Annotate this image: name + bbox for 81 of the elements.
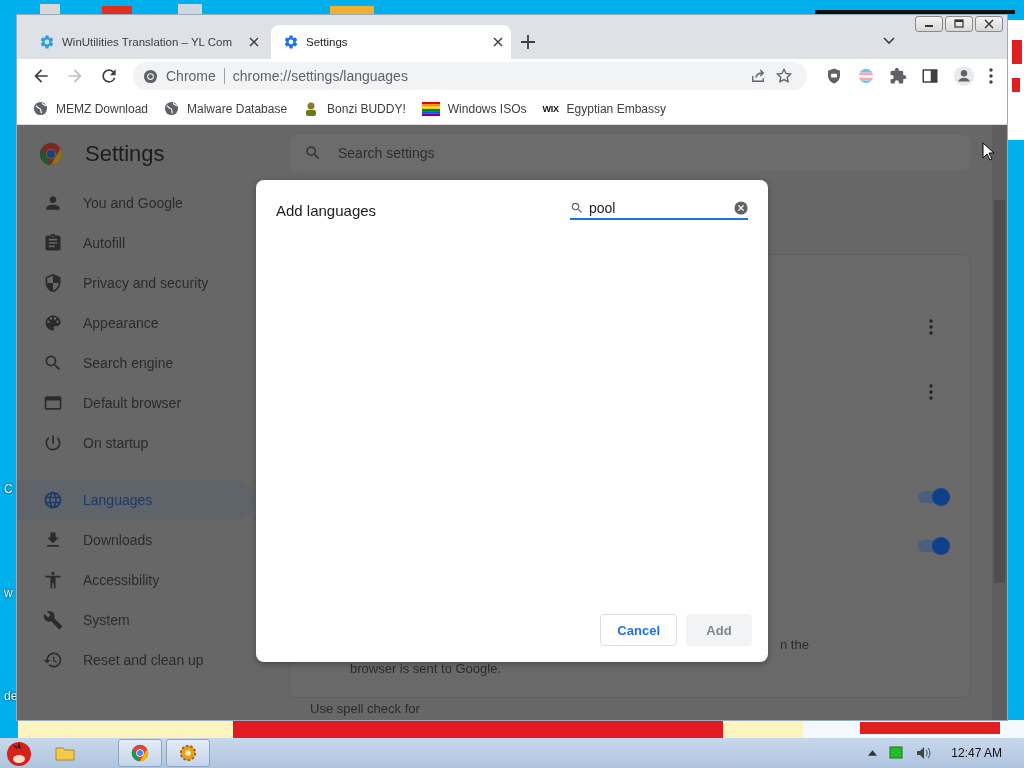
bookmark[interactable]: MEMZ Download [33, 101, 149, 116]
sidebar-item[interactable]: Appearance [17, 303, 255, 343]
browser-tab[interactable]: WinUtilities Translation – YL Com [27, 25, 267, 59]
search-field[interactable]: Search settings [290, 135, 970, 171]
site-label: Chrome [166, 68, 216, 84]
shield-icon[interactable] [825, 67, 843, 85]
avatar-icon[interactable] [953, 65, 975, 87]
bookmark[interactable]: Windows ISOs [421, 101, 527, 116]
page-title: Settings [85, 141, 165, 167]
close-icon [983, 19, 995, 29]
search-icon [570, 201, 584, 215]
sidebar-item[interactable]: Search engine [17, 343, 255, 383]
search-field[interactable]: pool [570, 200, 748, 220]
rainbow-flag-icon [421, 101, 440, 116]
search-icon [43, 353, 63, 373]
close-button[interactable] [975, 16, 1003, 32]
sidebar-item[interactable]: On startup [17, 423, 255, 463]
toggle-switch[interactable] [918, 537, 950, 555]
desktop-icon-label[interactable]: de [4, 689, 18, 703]
dialog-title: Add languages [276, 201, 377, 219]
shield-icon [43, 273, 63, 293]
clock[interactable]: 12:47 AM [951, 746, 1002, 760]
sidebar-item[interactable]: Default browser [17, 383, 255, 423]
chrome-logo-icon [131, 744, 149, 762]
plus-icon[interactable] [521, 35, 535, 49]
gear-icon [179, 744, 197, 762]
sidebar-item[interactable]: Autofill [17, 223, 255, 263]
close-icon[interactable] [249, 37, 259, 47]
url-text: chrome://settings/languages [232, 68, 408, 84]
taskbar-app[interactable] [118, 739, 162, 767]
side-panel-icon[interactable] [921, 67, 939, 85]
browser-tab[interactable]: Settings [271, 25, 511, 59]
desktop-icon-label[interactable]: C [4, 482, 13, 496]
volume-icon[interactable] [915, 745, 932, 761]
setting-description: n the [780, 637, 809, 652]
bookmark[interactable]: Bonzi BUDDY! [303, 100, 406, 117]
clipboard-icon [43, 233, 63, 253]
chrome-logo-icon [143, 68, 158, 84]
puzzle-icon[interactable] [889, 67, 907, 85]
browser-window-icon [43, 393, 63, 413]
search-input[interactable]: Search settings [336, 144, 640, 162]
restore-icon [953, 19, 965, 29]
minimize-button[interactable] [915, 16, 943, 32]
chevron-up-icon[interactable] [868, 750, 878, 756]
close-icon[interactable] [493, 37, 503, 47]
restore-button[interactable] [945, 16, 973, 32]
power-icon [43, 433, 63, 453]
chevron-down-icon[interactable] [883, 37, 895, 45]
accessibility-icon [43, 570, 63, 590]
sidebar-item[interactable]: Downloads [17, 520, 255, 560]
gear-icon [39, 34, 55, 50]
sidebar-item[interactable]: You and Google [17, 183, 255, 223]
palette-icon [43, 313, 63, 333]
gear-icon [283, 34, 299, 50]
address-bar[interactable]: Chrome chrome://settings/languages [133, 62, 807, 90]
toggle-switch[interactable] [918, 488, 950, 506]
sidebar-item[interactable]: Languages [17, 480, 255, 520]
clear-icon[interactable] [734, 201, 748, 215]
star-icon[interactable] [775, 67, 793, 85]
bookmark[interactable]: Malware Database [164, 101, 288, 116]
chrome-logo-icon [39, 142, 63, 166]
bookmark[interactable]: WIX Egyptian Embassy [542, 101, 666, 116]
section-heading: Use spell check for [310, 701, 420, 716]
bookmark-logo: WIX [542, 103, 559, 114]
search-icon [304, 144, 322, 162]
share-icon[interactable] [749, 67, 767, 85]
desktop-icon-label[interactable]: w [4, 586, 13, 600]
wrench-icon [43, 610, 63, 630]
scrollbar[interactable] [992, 125, 1007, 720]
taskbar-app[interactable] [166, 739, 210, 767]
sidebar-item[interactable]: System [17, 600, 255, 640]
setting-description: browser is sent to Google. [350, 661, 502, 676]
folder-icon [55, 745, 75, 761]
cursor-icon [982, 142, 994, 161]
sidebar-item[interactable]: Accessibility [17, 560, 255, 600]
history-icon [43, 650, 63, 670]
cancel-button[interactable]: Cancel [600, 614, 677, 646]
more-menu-icon[interactable] [989, 68, 993, 84]
sidebar-item[interactable]: Privacy and security [17, 263, 255, 303]
sidebar-item[interactable]: Reset and clean up [17, 640, 255, 680]
reload-icon[interactable] [99, 66, 119, 86]
